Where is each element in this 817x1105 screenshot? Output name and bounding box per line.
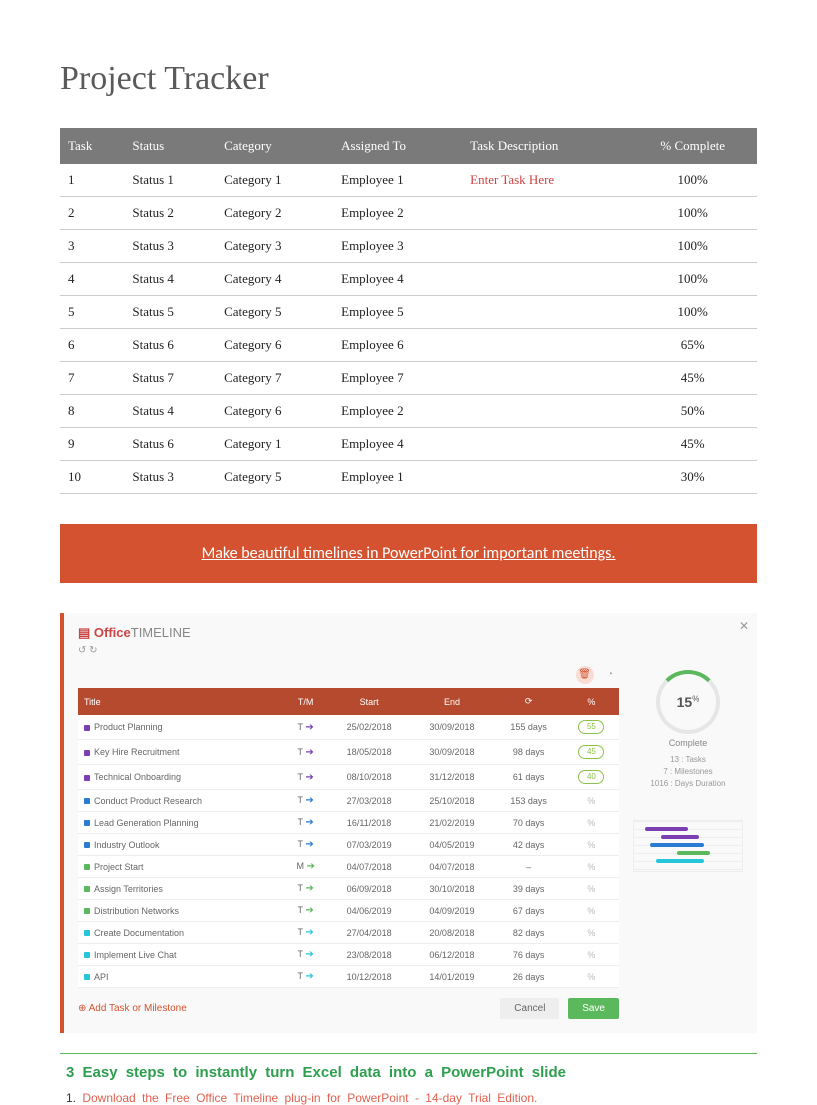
col-pct: % Complete [628, 128, 757, 164]
timeline-row[interactable]: Key Hire RecruitmentT ➔18/05/201830/09/2… [78, 740, 619, 765]
timeline-row[interactable]: Assign TerritoriesT ➔06/09/201830/10/201… [78, 878, 619, 900]
otl-col-dur: ⟳ [493, 688, 563, 715]
add-task-button[interactable]: ⊕ Add Task or Milestone [78, 1003, 187, 1014]
download-link[interactable]: Download the Free Office Timeline plug-i… [82, 1091, 537, 1105]
table-row: 2Status 2Category 2Employee 2100% [60, 197, 757, 230]
redo-icon[interactable]: ↻ [89, 645, 97, 656]
otl-col-title: Title [78, 688, 284, 715]
timeline-row[interactable]: APIT ➔10/12/201814/01/201926 days% [78, 966, 619, 988]
cancel-button[interactable]: Cancel [500, 998, 559, 1019]
save-button[interactable]: Save [568, 998, 619, 1019]
steps-heading: 3 Easy steps to instantly turn Excel dat… [66, 1064, 751, 1081]
col-task: Task [60, 128, 124, 164]
summary-panel: 15% Complete 13 : Tasks 7 : Milestones 1… [633, 664, 743, 1019]
progress-label: Complete [633, 738, 743, 748]
brand-logo: ▤ OfficeTIMELINE [78, 625, 743, 641]
promo-banner[interactable]: Make beautiful timelines in PowerPoint f… [60, 524, 757, 583]
timeline-row[interactable]: Conduct Product ResearchT ➔27/03/201825/… [78, 790, 619, 812]
clock-icon[interactable]: ◔ [601, 666, 619, 684]
table-row: 8Status 4Category 6Employee 250% [60, 395, 757, 428]
table-row: 1Status 1Category 1Employee 1Enter Task … [60, 164, 757, 197]
col-status: Status [124, 128, 216, 164]
stat-tasks: 13 : Tasks [633, 754, 743, 766]
timeline-row[interactable]: Implement Live ChatT ➔23/08/201806/12/20… [78, 944, 619, 966]
undo-redo-toolbar: ↺ ↻ [78, 645, 743, 656]
project-tracker-table: Task Status Category Assigned To Task De… [60, 128, 757, 494]
timeline-row[interactable]: Distribution NetworksT ➔04/06/201904/09/… [78, 900, 619, 922]
col-description: Task Description [462, 128, 628, 164]
otl-col-start: Start [328, 688, 411, 715]
steps-section: 3 Easy steps to instantly turn Excel dat… [60, 1053, 757, 1105]
delete-icon[interactable]: 🗑 [576, 666, 594, 684]
progress-ring: 15% [656, 670, 720, 734]
table-row: 4Status 4Category 4Employee 4100% [60, 263, 757, 296]
timeline-row[interactable]: Lead Generation PlanningT ➔16/11/201821/… [78, 812, 619, 834]
otl-col-pct: % [564, 688, 619, 715]
step-1: 1. Download the Free Office Timeline plu… [66, 1091, 751, 1105]
timeline-row[interactable]: Create DocumentationT ➔27/04/201820/08/2… [78, 922, 619, 944]
brand-icon: ▤ [78, 625, 94, 640]
timeline-row[interactable]: Technical OnboardingT ➔08/10/201831/12/2… [78, 765, 619, 790]
office-timeline-panel: ✕ ▤ OfficeTIMELINE ↺ ↻ 🗑 ◔ Title T/M [60, 613, 757, 1033]
col-category: Category [216, 128, 333, 164]
timeline-row[interactable]: Product PlanningT ➔25/02/201830/09/20181… [78, 715, 619, 740]
table-row: 9Status 6Category 1Employee 445% [60, 428, 757, 461]
stat-duration: 1016 : Days Duration [633, 778, 743, 790]
table-row: 10Status 3Category 5Employee 130% [60, 461, 757, 494]
stat-milestones: 7 : Milestones [633, 766, 743, 778]
table-row: 3Status 3Category 3Employee 3100% [60, 230, 757, 263]
col-assigned: Assigned To [333, 128, 462, 164]
otl-col-end: End [411, 688, 494, 715]
table-row: 6Status 6Category 6Employee 665% [60, 329, 757, 362]
table-row: 5Status 5Category 5Employee 5100% [60, 296, 757, 329]
table-row: 7Status 7Category 7Employee 745% [60, 362, 757, 395]
timeline-row[interactable]: Industry OutlookT ➔07/03/201904/05/20194… [78, 834, 619, 856]
timeline-table: Title T/M Start End ⟳ % Product Planning… [78, 688, 619, 988]
timeline-row[interactable]: Project StartM ➔04/07/201804/07/2018–% [78, 856, 619, 878]
close-icon[interactable]: ✕ [739, 619, 749, 633]
page-title: Project Tracker [60, 60, 757, 98]
undo-icon[interactable]: ↺ [78, 645, 86, 656]
otl-col-tm: T/M [284, 688, 328, 715]
mini-gantt-chart [633, 820, 743, 872]
